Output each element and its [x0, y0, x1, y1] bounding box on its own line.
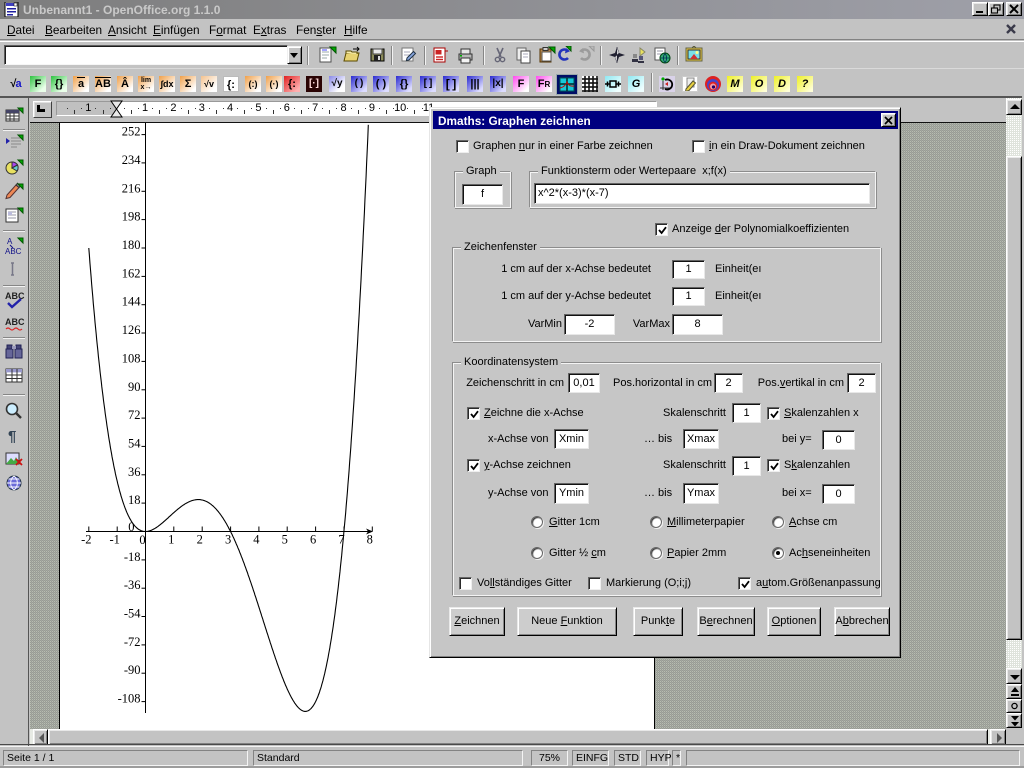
- svg-text:90: 90: [128, 380, 141, 394]
- svg-text:-2: -2: [81, 533, 91, 547]
- svg-text:3: 3: [225, 533, 231, 547]
- svg-text:36: 36: [128, 465, 141, 479]
- svg-text:18: 18: [128, 493, 141, 507]
- svg-text:180: 180: [122, 238, 141, 252]
- svg-text:252: 252: [122, 125, 141, 139]
- svg-text:-18: -18: [124, 550, 141, 564]
- svg-text:54: 54: [128, 436, 141, 450]
- svg-text:¶: ¶: [8, 428, 16, 445]
- svg-text:216: 216: [122, 181, 141, 195]
- svg-text:1: 1: [168, 533, 174, 547]
- svg-text:ABC: ABC: [5, 247, 22, 256]
- svg-text:234: 234: [122, 153, 142, 167]
- svg-text:108: 108: [122, 351, 141, 365]
- svg-text:144: 144: [122, 295, 142, 309]
- svg-text:-90: -90: [124, 663, 141, 677]
- svg-text:162: 162: [122, 266, 141, 280]
- svg-text:-108: -108: [118, 692, 141, 706]
- svg-text:4: 4: [253, 533, 260, 547]
- svg-text:-72: -72: [124, 635, 141, 649]
- svg-text:198: 198: [122, 210, 141, 224]
- svg-text:ABC: ABC: [5, 291, 25, 301]
- svg-text:-36: -36: [124, 578, 141, 592]
- svg-text:-54: -54: [124, 607, 141, 621]
- svg-text:8: 8: [367, 533, 373, 547]
- svg-text:126: 126: [122, 323, 141, 337]
- svg-text:6: 6: [310, 533, 316, 547]
- svg-text:ABC: ABC: [5, 317, 25, 327]
- svg-text:-1: -1: [109, 533, 119, 547]
- svg-text:72: 72: [128, 408, 141, 422]
- svg-text:2: 2: [197, 533, 203, 547]
- svg-text:5: 5: [282, 533, 288, 547]
- svg-text:A: A: [7, 237, 13, 246]
- svg-text:0: 0: [139, 533, 145, 547]
